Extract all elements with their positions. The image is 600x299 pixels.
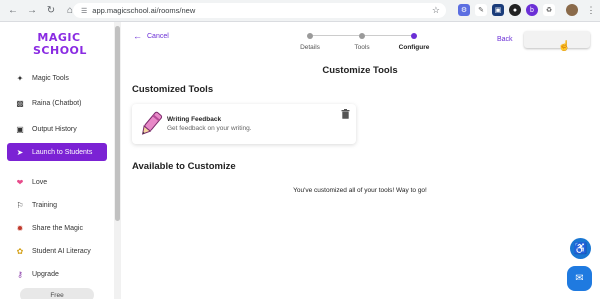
step-connector <box>313 35 359 36</box>
sidebar-item-label: Training <box>32 201 58 209</box>
sidebar-item-label: Student AI Literacy <box>32 247 91 255</box>
back-arrow-icon: ← <box>133 31 142 41</box>
sidebar-item-output-history[interactable]: ▣ Output History <box>7 120 107 138</box>
plan-badge[interactable]: Free <box>20 288 94 299</box>
page-title: Customize Tools <box>322 65 398 76</box>
sidebar-item-launch-to-students[interactable]: ➤ Launch to Students <box>7 143 107 161</box>
history-icon: ▣ <box>16 124 24 134</box>
training-icon: ⚐ <box>16 200 24 210</box>
accessibility-icon[interactable]: ♿ <box>570 238 591 259</box>
sidebar-item-label: Output History <box>32 125 77 133</box>
potion-icon: ⚷ <box>17 269 23 279</box>
available-to-customize-heading: Available to Customize <box>132 161 236 172</box>
browser-toolbar: ← → ↻ ⌂ ☰ app.magicschool.ai/rooms/new ☆… <box>0 0 600 22</box>
sidebar-item-magic-tools[interactable]: ✦ Magic Tools <box>7 69 107 87</box>
extension-gear-icon[interactable]: ⚙ <box>458 4 470 16</box>
sidebar-item-label: Upgrade <box>32 270 59 278</box>
extension-pen-icon[interactable]: ✎ <box>475 4 487 16</box>
pen-icon <box>141 111 163 135</box>
sidebar-item-label: Magic Tools <box>32 74 69 82</box>
step-label-details: Details <box>300 44 320 51</box>
profile-avatar[interactable] <box>566 4 578 16</box>
extension-b-icon[interactable]: b <box>526 4 538 16</box>
forward-arrow-icon[interactable]: → <box>24 3 40 19</box>
sidebar-item-share-the-magic[interactable]: ✹ Share the Magic <box>7 219 107 237</box>
step-connector <box>365 35 411 36</box>
url-text: app.magicschool.ai/rooms/new <box>92 6 196 15</box>
extension-circle-icon[interactable]: ● <box>509 4 521 16</box>
site-info-icon[interactable]: ☰ <box>81 7 87 15</box>
scrollbar-thumb[interactable] <box>115 26 120 221</box>
step-dot-details <box>307 33 313 39</box>
trash-icon[interactable] <box>341 109 350 119</box>
heart-icon: ❤ <box>16 177 24 187</box>
sidebar-item-label: Love <box>32 178 48 186</box>
customized-tools-heading: Customized Tools <box>132 84 214 95</box>
step-dot-configure <box>411 33 417 39</box>
address-bar[interactable]: ☰ app.magicschool.ai/rooms/new ☆ <box>73 3 446 18</box>
sidebar-scrollbar[interactable] <box>114 22 121 299</box>
step-dot-tools <box>359 33 365 39</box>
share-icon: ✹ <box>16 223 24 233</box>
sidebar-item-love[interactable]: ❤ Love <box>7 173 107 191</box>
extension-chart-icon[interactable]: ▣ <box>492 4 504 16</box>
tool-name: Writing Feedback <box>167 116 222 123</box>
sidebar: MAGIC SCHOOL ✦ Magic Tools ▩ Raina (Chat… <box>0 22 114 299</box>
back-arrow-icon[interactable]: ← <box>5 3 21 19</box>
cancel-button[interactable]: ← Cancel <box>133 31 169 41</box>
step-label-tools: Tools <box>354 44 370 51</box>
cancel-label: Cancel <box>147 32 169 40</box>
tool-description: Get feedback on your writing. <box>167 125 252 132</box>
sidebar-item-upgrade[interactable]: ⚷ Upgrade <box>7 265 107 283</box>
reload-icon[interactable]: ↻ <box>43 3 59 19</box>
robot-icon: ▩ <box>16 98 24 108</box>
magicschool-logo[interactable]: MAGIC SCHOOL <box>33 32 86 62</box>
step-label-configure: Configure <box>398 44 430 51</box>
browser-menu-icon[interactable]: ⋮ <box>585 4 597 16</box>
tool-card-writing-feedback[interactable]: Writing Feedback Get feedback on your wr… <box>132 104 356 144</box>
next-button[interactable] <box>524 31 590 48</box>
sidebar-item-student-ai-literacy[interactable]: ✿ Student AI Literacy <box>7 242 107 260</box>
empty-state-message: You've customized all of your tools! Way… <box>293 187 427 194</box>
sidebar-item-label: Raina (Chatbot) <box>32 99 82 107</box>
wand-icon: ✦ <box>16 73 24 83</box>
progress-stepper: Details Tools Configure <box>293 31 443 55</box>
bookmark-star-icon[interactable]: ☆ <box>432 5 440 16</box>
sidebar-item-training[interactable]: ⚐ Training <box>7 196 107 214</box>
hand-cursor-icon: ☝ <box>558 41 571 52</box>
sidebar-item-label: Launch to Students <box>32 148 93 156</box>
sidebar-item-label: Share the Magic <box>32 224 83 232</box>
back-button[interactable]: Back <box>497 36 513 43</box>
sidebar-item-raina-chatbot[interactable]: ▩ Raina (Chatbot) <box>7 94 107 112</box>
rocket-icon: ➤ <box>16 147 24 157</box>
extensions-puzzle-icon[interactable]: ♻ <box>543 4 555 16</box>
chat-support-icon[interactable]: ✉ <box>567 266 592 291</box>
bunny-icon: ✿ <box>16 246 24 256</box>
